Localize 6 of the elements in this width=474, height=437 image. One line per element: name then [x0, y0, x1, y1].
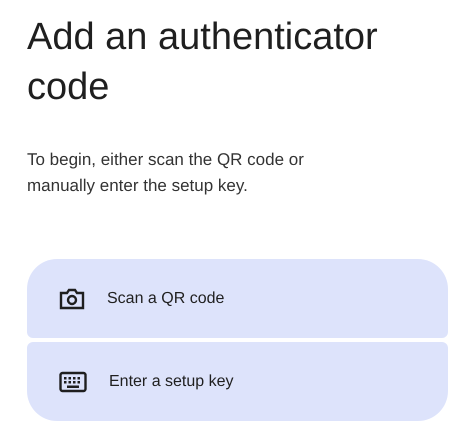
- option-button[interactable]: Scan a QR code: [27, 259, 448, 338]
- page-title: Add an authenticator code: [27, 15, 379, 110]
- keyboard-icon: [59, 370, 87, 392]
- option-button[interactable]: Enter a setup key: [27, 342, 448, 421]
- camera-icon: [59, 286, 85, 310]
- description: To begin, either scan the QR code or manually enter the setup key.: [27, 149, 305, 197]
